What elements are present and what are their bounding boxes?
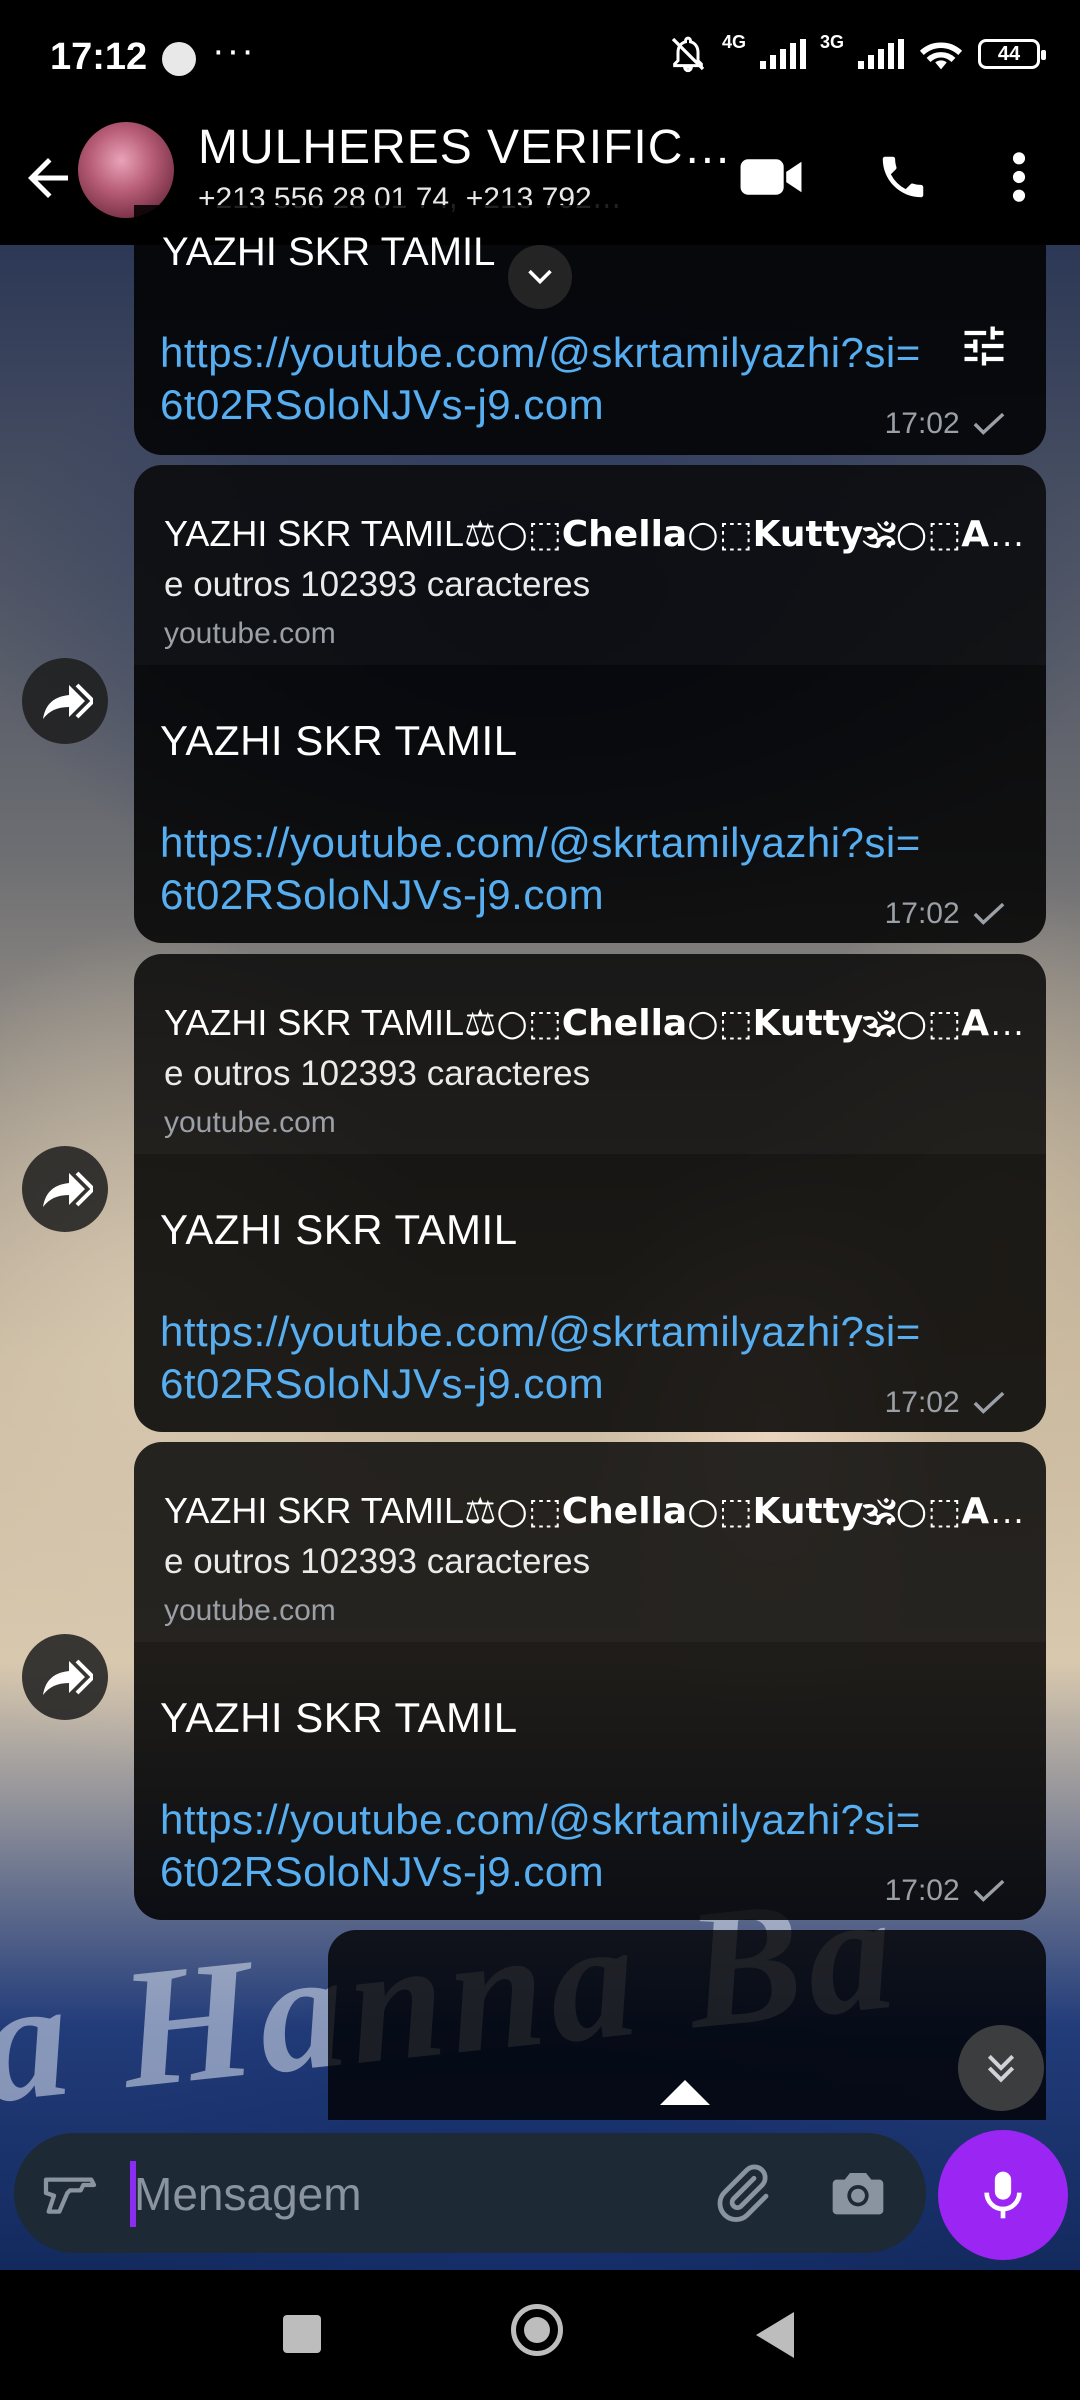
network-4g-label: 4G: [721, 31, 746, 52]
link-preview-desc: e outros 102393 caracteres: [164, 565, 591, 604]
status-right: 4G 3G 44: [668, 31, 1046, 74]
more-options-button[interactable]: [984, 142, 1054, 212]
forward-button[interactable]: [22, 658, 108, 744]
notification-dot-icon: [162, 42, 196, 76]
forward-icon: [43, 683, 93, 719]
message-text: YAZHI SKR TAMIL: [160, 1206, 518, 1253]
link-preview[interactable]: YAZHI SKR TAMIL⚖○⬚Chella○⬚Kutty🕉○⬚Aju.. …: [134, 954, 1046, 1154]
message-text: YAZHI SKR TAMIL: [160, 1694, 518, 1741]
message-link[interactable]: https://youtube.com/@skrtamilyazhi?si= 6…: [160, 1794, 921, 1898]
link-line-1[interactable]: https://youtube.com/@skrtamilyazhi?si=: [160, 817, 921, 869]
chat-title[interactable]: MULHERES VERIFIC…: [198, 120, 732, 175]
time-label: 17:02: [884, 1874, 960, 1907]
link-line-1[interactable]: https://youtube.com/@skrtamilyazhi?si=: [160, 1306, 921, 1358]
forward-button[interactable]: [22, 1146, 108, 1232]
message-input[interactable]: Mensagem: [134, 2167, 362, 2221]
avatar[interactable]: [78, 122, 174, 218]
video-call-icon: [740, 159, 802, 195]
message-time: 17:02: [885, 897, 1006, 931]
link-preview-desc: e outros 102393 caracteres: [164, 1054, 591, 1093]
link-preview-site: youtube.com: [164, 1106, 336, 1139]
link-preview-desc: e outros 102393 caracteres: [164, 1542, 591, 1581]
voice-call-button[interactable]: [868, 142, 938, 212]
video-call-button[interactable]: [736, 142, 806, 212]
link-line-2[interactable]: 6t02RSoloNJVs-j9.com: [160, 1358, 921, 1410]
scroll-chevron-button[interactable]: [508, 245, 572, 309]
sent-check-icon: [973, 902, 1005, 925]
link-preview-site: youtube.com: [164, 617, 336, 650]
phone-icon: [882, 156, 924, 198]
link-preview[interactable]: YAZHI SKR TAMIL⚖○⬚Chella○⬚Kutty🕉○⬚Aju.. …: [134, 465, 1046, 665]
message-text: YAZHI SKR TAMIL: [162, 230, 496, 274]
nav-home-icon[interactable]: [511, 2304, 563, 2356]
preview-title-plain: YAZHI SKR TAMIL: [164, 513, 465, 554]
link-line-2[interactable]: 6t02RSoloNJVs-j9.com: [160, 1846, 921, 1898]
message-link[interactable]: https://youtube.com/@skrtamilyazhi?si= 6…: [160, 817, 921, 921]
camera-button[interactable]: [826, 2161, 890, 2230]
filter-button[interactable]: [958, 320, 1010, 377]
message-composer[interactable]: Mensagem: [14, 2133, 926, 2253]
mute-bell-icon: [671, 36, 705, 73]
link-preview-title: YAZHI SKR TAMIL⚖○⬚Chella○⬚Kutty🕉○⬚Aju..: [164, 1002, 1034, 1045]
sent-check-icon: [973, 1879, 1005, 1902]
forward-button[interactable]: [22, 1634, 108, 1720]
mic-icon: [984, 2171, 1022, 2219]
attach-icon: [717, 2164, 769, 2222]
voice-record-button[interactable]: [938, 2130, 1068, 2260]
sent-check-icon: [973, 412, 1005, 435]
time-label: 17:02: [884, 1386, 960, 1419]
forward-icon: [43, 1659, 93, 1695]
link-line-2[interactable]: 6t02RSoloNJVs-j9.com: [160, 869, 921, 921]
filter-icon: [964, 326, 1004, 366]
time-label: 17:02: [884, 897, 960, 930]
sent-check-icon: [973, 1391, 1005, 1414]
link-line-1[interactable]: https://youtube.com/@skrtamilyazhi?si=: [160, 1794, 921, 1846]
network-3g-label: 3G: [819, 31, 844, 52]
more-vert-icon: [1012, 152, 1026, 202]
system-nav-bar: [0, 2270, 1080, 2400]
message-link[interactable]: https://youtube.com/@skrtamilyazhi?si= 6…: [160, 327, 921, 431]
signal-bars-2-icon: [858, 39, 904, 69]
link-line-2[interactable]: 6t02RSoloNJVs-j9.com: [160, 379, 921, 431]
message-bubble[interactable]: YAZHI SKR TAMIL⚖○⬚Chella○⬚Kutty🕉○⬚Aju.. …: [134, 1442, 1046, 1920]
message-time: 17:02: [885, 1874, 1006, 1908]
gif-button[interactable]: [38, 2161, 102, 2230]
link-preview-site: youtube.com: [164, 1594, 336, 1627]
preview-title-bold: ⚖○⬚Chella○⬚Kutty🕉○⬚Aju..: [464, 514, 1034, 555]
wifi-icon: [919, 42, 963, 70]
status-bar: 17:12 ··· 4G 3G 44: [0, 0, 1080, 120]
nav-square-icon[interactable]: [283, 2315, 321, 2353]
message-bubble[interactable]: YAZHI SKR TAMIL⚖○⬚Chella○⬚Kutty🕉○⬚Aju.. …: [134, 954, 1046, 1432]
message-bubble[interactable]: YAZHI SKR TAMIL⚖○⬚Chella○⬚Kutty🕉○⬚Aju.. …: [134, 465, 1046, 943]
link-preview-title: YAZHI SKR TAMIL⚖○⬚Chella○⬚Kutty🕉○⬚Aju..: [164, 1490, 1034, 1533]
link-line-1[interactable]: https://youtube.com/@skrtamilyazhi?si=: [160, 327, 921, 379]
chevron-down-icon: [528, 269, 552, 285]
message-text: YAZHI SKR TAMIL: [160, 717, 518, 764]
expand-up-icon[interactable]: [640, 2060, 730, 2120]
message-bubble[interactable]: YAZHI SKR TAMIL https://youtube.com/@skr…: [134, 205, 1046, 455]
battery-indicator: 44: [978, 39, 1046, 69]
camera-icon: [832, 2173, 884, 2215]
link-preview-title: YAZHI SKR TAMIL⚖○⬚Chella○⬚Kutty🕉○⬚Aju..: [164, 513, 1034, 556]
back-button[interactable]: [18, 148, 78, 208]
time-label: 17:02: [884, 407, 960, 440]
attach-button[interactable]: [710, 2161, 774, 2230]
preview-title-plain: YAZHI SKR TAMIL: [164, 1490, 465, 1531]
nav-back-icon[interactable]: [752, 2310, 798, 2360]
status-time: 17:12: [50, 36, 148, 78]
gun-sticker-icon: [43, 2177, 97, 2214]
preview-title-bold: ⚖○⬚Chella○⬚Kutty🕉○⬚Aju..: [464, 1491, 1034, 1532]
back-arrow-icon: [28, 158, 68, 198]
forward-icon: [43, 1171, 93, 1207]
status-more: ···: [212, 30, 256, 72]
preview-title-bold: ⚖○⬚Chella○⬚Kutty🕉○⬚Aju..: [464, 1003, 1034, 1044]
message-time: 17:02: [885, 1386, 1006, 1420]
message-link[interactable]: https://youtube.com/@skrtamilyazhi?si= 6…: [160, 1306, 921, 1410]
double-chevron-down-icon: [987, 2054, 1015, 2083]
signal-bars-icon: [759, 39, 806, 69]
preview-title-plain: YAZHI SKR TAMIL: [164, 1002, 465, 1043]
scroll-to-bottom-button[interactable]: [958, 2025, 1044, 2111]
message-time: 17:02: [885, 407, 1006, 441]
link-preview[interactable]: YAZHI SKR TAMIL⚖○⬚Chella○⬚Kutty🕉○⬚Aju.. …: [134, 1442, 1046, 1642]
